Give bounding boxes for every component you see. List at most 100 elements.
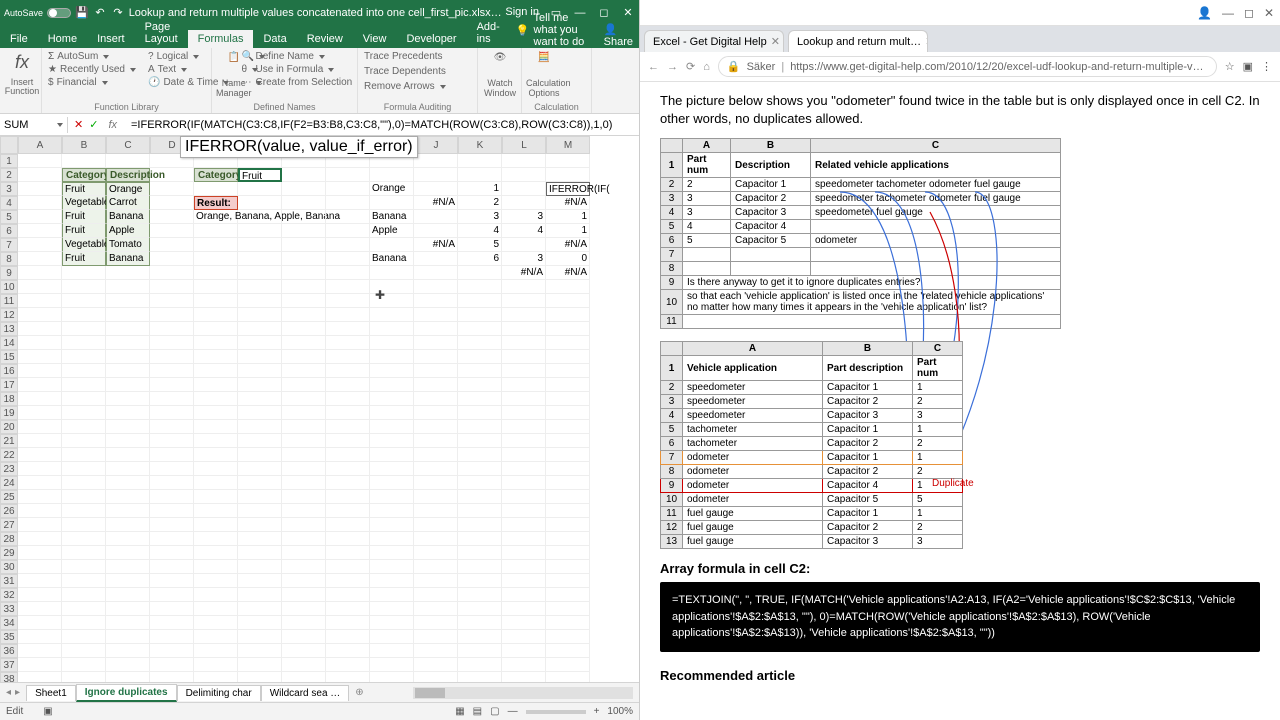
cell[interactable] xyxy=(282,462,326,476)
cell[interactable] xyxy=(502,518,546,532)
cell[interactable] xyxy=(458,644,502,658)
cell[interactable] xyxy=(194,630,238,644)
cell[interactable] xyxy=(238,350,282,364)
cell[interactable] xyxy=(282,602,326,616)
cell[interactable]: Fruit xyxy=(62,224,106,238)
cell[interactable] xyxy=(150,560,194,574)
cell[interactable] xyxy=(546,672,590,682)
cell[interactable] xyxy=(150,336,194,350)
close-icon[interactable]: ✕ xyxy=(621,6,635,20)
cell[interactable] xyxy=(458,532,502,546)
cell[interactable] xyxy=(414,560,458,574)
cell[interactable] xyxy=(150,308,194,322)
cell[interactable] xyxy=(18,210,62,224)
calc-options-button[interactable]: 🧮 Calculation Options xyxy=(526,50,562,98)
cell[interactable]: #N/A xyxy=(546,238,590,252)
cell[interactable] xyxy=(150,280,194,294)
cell[interactable] xyxy=(194,392,238,406)
cell[interactable] xyxy=(238,504,282,518)
cell[interactable] xyxy=(326,658,370,672)
cell[interactable] xyxy=(150,574,194,588)
cell[interactable] xyxy=(106,588,150,602)
cell[interactable] xyxy=(326,420,370,434)
cell[interactable] xyxy=(502,294,546,308)
cell[interactable]: 1 xyxy=(546,224,590,238)
cell[interactable]: Fruit xyxy=(238,168,282,182)
cell[interactable] xyxy=(150,504,194,518)
cell[interactable] xyxy=(150,616,194,630)
cell[interactable] xyxy=(238,672,282,682)
cell[interactable] xyxy=(502,308,546,322)
cell[interactable] xyxy=(458,266,502,280)
cell[interactable] xyxy=(414,294,458,308)
cell[interactable] xyxy=(62,644,106,658)
cell[interactable] xyxy=(238,644,282,658)
cell[interactable]: Fruit xyxy=(62,252,106,266)
cell[interactable] xyxy=(18,280,62,294)
cell[interactable] xyxy=(150,294,194,308)
cell[interactable] xyxy=(414,448,458,462)
tab-view[interactable]: View xyxy=(353,30,397,48)
cell[interactable] xyxy=(62,392,106,406)
cell[interactable] xyxy=(282,588,326,602)
cell[interactable] xyxy=(238,616,282,630)
cell[interactable] xyxy=(194,378,238,392)
menu-icon[interactable]: ⋮ xyxy=(1261,60,1272,73)
cell[interactable] xyxy=(238,518,282,532)
maximize-icon[interactable]: ◻ xyxy=(1244,6,1254,20)
cell[interactable] xyxy=(150,476,194,490)
cell[interactable] xyxy=(546,518,590,532)
cell[interactable] xyxy=(62,560,106,574)
cell[interactable]: Orange xyxy=(106,182,150,196)
cell[interactable] xyxy=(458,490,502,504)
cell[interactable] xyxy=(238,392,282,406)
cell[interactable] xyxy=(546,462,590,476)
cell[interactable] xyxy=(502,280,546,294)
cell[interactable] xyxy=(106,546,150,560)
close-tab-icon[interactable]: ✕ xyxy=(925,35,928,48)
cell[interactable] xyxy=(502,420,546,434)
cell[interactable] xyxy=(326,266,370,280)
cell[interactable] xyxy=(194,560,238,574)
cell[interactable] xyxy=(458,462,502,476)
cell[interactable] xyxy=(502,434,546,448)
cell[interactable] xyxy=(326,294,370,308)
cell[interactable] xyxy=(326,378,370,392)
cell[interactable] xyxy=(282,546,326,560)
cell[interactable] xyxy=(282,574,326,588)
cell[interactable] xyxy=(414,658,458,672)
cell[interactable] xyxy=(502,462,546,476)
cell[interactable] xyxy=(282,406,326,420)
cell[interactable] xyxy=(326,532,370,546)
name-manager-button[interactable]: 📋 Name Manager xyxy=(216,50,252,98)
cell[interactable] xyxy=(458,420,502,434)
cell[interactable] xyxy=(502,532,546,546)
cell[interactable] xyxy=(414,182,458,196)
cell[interactable] xyxy=(458,308,502,322)
cell[interactable] xyxy=(282,224,326,238)
cell[interactable] xyxy=(458,392,502,406)
cell[interactable] xyxy=(458,434,502,448)
sheet-tab[interactable]: Ignore duplicates xyxy=(76,684,177,702)
cell[interactable] xyxy=(62,518,106,532)
cell[interactable] xyxy=(18,588,62,602)
cell[interactable] xyxy=(62,616,106,630)
cell[interactable] xyxy=(414,518,458,532)
cell[interactable]: Banana xyxy=(106,252,150,266)
cell[interactable] xyxy=(62,448,106,462)
cell[interactable] xyxy=(282,644,326,658)
cell[interactable] xyxy=(546,448,590,462)
cell[interactable] xyxy=(150,490,194,504)
cell[interactable] xyxy=(106,672,150,682)
cell[interactable] xyxy=(106,350,150,364)
cell[interactable]: Apple xyxy=(106,224,150,238)
back-icon[interactable]: ← xyxy=(648,61,659,73)
tab-file[interactable]: File xyxy=(0,30,38,48)
cell[interactable] xyxy=(414,434,458,448)
cell[interactable] xyxy=(370,504,414,518)
cell[interactable] xyxy=(194,658,238,672)
cell[interactable] xyxy=(370,630,414,644)
cell[interactable] xyxy=(194,322,238,336)
cell[interactable] xyxy=(194,546,238,560)
cell[interactable] xyxy=(150,364,194,378)
